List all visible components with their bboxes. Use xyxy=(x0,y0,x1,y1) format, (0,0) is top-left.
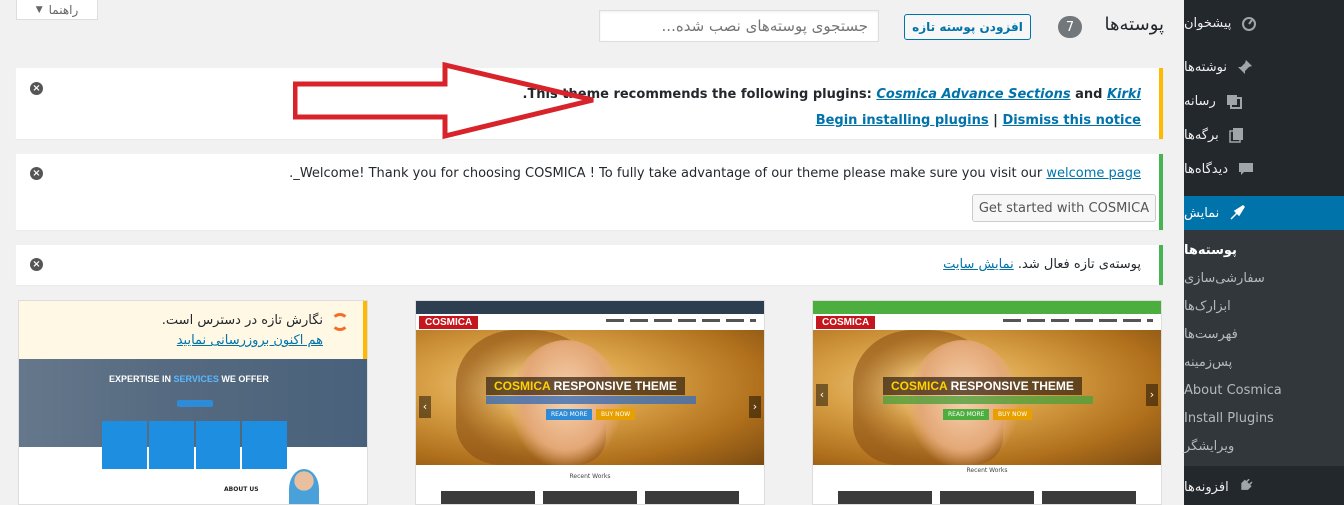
appearance-submenu: پوسته‌ها سفارشی‌سازی ابزارک‌ها فهرست‌ها … xyxy=(1184,230,1344,466)
submenu-background[interactable]: پس‌زمینه xyxy=(1184,348,1344,376)
theme-hero: COSMICA RESPONSIVE THEME READ MORE BUY N… xyxy=(813,330,1161,465)
dismiss-icon[interactable]: × xyxy=(30,167,43,180)
plugin-link-kirki[interactable]: Kirki xyxy=(1107,87,1141,102)
read-more-button: READ MORE xyxy=(546,409,593,420)
pin-icon xyxy=(1235,57,1255,77)
update-notice: نگارش تازه در دسترس است. هم اکنون بروزرس… xyxy=(19,301,367,359)
plugins-icon xyxy=(1237,477,1257,497)
welcome-notice: × ._Welcome! Thank you for choosing COSM… xyxy=(16,154,1163,230)
hero-title: COSMICA RESPONSIVE THEME xyxy=(486,377,685,395)
comments-icon xyxy=(1236,159,1256,179)
begin-installing-link[interactable]: Begin installing plugins xyxy=(816,113,989,128)
buy-now-button: BUY NOW xyxy=(596,409,636,420)
read-more-button: READ MORE xyxy=(943,409,990,420)
submenu-editor[interactable]: ویرایشگر xyxy=(1184,432,1344,460)
welcome-page-link[interactable]: welcome page xyxy=(1046,166,1141,181)
menu-media[interactable]: رسانه xyxy=(1184,84,1344,118)
activated-notice-text: پوسته‌ی تازه فعال شد. نمایش سایت xyxy=(943,257,1141,272)
hero-title: EXPERTISE IN SERVICES WE OFFER xyxy=(109,374,269,384)
get-started-button[interactable]: Get started with COSMICA xyxy=(972,194,1156,222)
dismiss-icon[interactable]: × xyxy=(30,258,43,271)
recent-works-title: Recent Works xyxy=(966,467,1008,474)
admin-sidebar: پیشخوان نوشته‌ها رسانه برگه‌ها دیدگاه‌ها… xyxy=(1176,0,1344,505)
dashboard-icon xyxy=(1239,13,1259,33)
slider-next-icon: › xyxy=(1146,384,1158,406)
submenu-install-plugins[interactable]: Install Plugins xyxy=(1184,404,1344,432)
media-icon xyxy=(1224,91,1244,111)
theme-navbar: COSMICA xyxy=(813,314,1161,330)
update-icon xyxy=(331,313,349,331)
update-now-link[interactable]: هم اکنون بروزرسانی نمایید xyxy=(177,333,323,348)
theme-logo: COSMICA xyxy=(419,316,479,329)
theme-activated-notice: × پوسته‌ی تازه فعال شد. نمایش سایت xyxy=(16,245,1163,285)
menu-dashboard[interactable]: پیشخوان xyxy=(1184,6,1344,40)
theme-topbar xyxy=(813,301,1161,314)
welcome-text: Welcome! Thank you for choosing COSMICA … xyxy=(299,166,1047,181)
add-new-theme-button[interactable]: افزودن پوسته تازه xyxy=(904,14,1031,40)
theme-hero: COSMICA RESPONSIVE THEME READ MORE BUY N… xyxy=(416,330,764,465)
theme-screenshot: COSMICA COSMICA RESPONSIVE THEME READ MO… xyxy=(813,301,1161,504)
menu-comments[interactable]: دیدگاه‌ها xyxy=(1184,152,1344,186)
help-tab-label: راهنما xyxy=(48,2,79,17)
plugin-link-cosmica[interactable]: Cosmica Advance Sections xyxy=(876,87,1070,102)
theme-card-update[interactable]: EXPERTISE IN SERVICES WE OFFER ABOUT US … xyxy=(18,300,368,505)
theme-topbar xyxy=(416,301,764,314)
slider-next-icon: › xyxy=(749,396,761,418)
dismiss-notice-link[interactable]: Dismiss this notice xyxy=(1002,113,1141,128)
theme-card-active[interactable]: COSMICA COSMICA RESPONSIVE THEME READ MO… xyxy=(812,300,1162,505)
notice-and: and xyxy=(1070,87,1107,102)
theme-screenshot: COSMICA COSMICA RESPONSIVE THEME READ MO… xyxy=(416,301,764,504)
link-separator: | xyxy=(988,113,1003,128)
page-title: پوسته‌ها xyxy=(1104,14,1164,35)
submenu-about-cosmica[interactable]: About Cosmica xyxy=(1184,376,1344,404)
submenu-customize[interactable]: سفارشی‌سازی xyxy=(1184,264,1344,292)
plugins-notice-text: .This theme recommends the following plu… xyxy=(522,87,1141,102)
welcome-suffix: ._ xyxy=(289,166,300,181)
menu-pages[interactable]: برگه‌ها xyxy=(1184,118,1344,152)
slider-prev-icon: ‹ xyxy=(816,384,828,406)
menu-posts[interactable]: نوشته‌ها xyxy=(1184,50,1344,84)
dismiss-icon[interactable]: × xyxy=(30,82,43,95)
hero-title: COSMICA RESPONSIVE THEME xyxy=(883,377,1082,395)
help-tab-button[interactable]: راهنما ▼ xyxy=(16,0,98,20)
appearance-icon xyxy=(1227,203,1247,223)
recent-works-title: Recent Works xyxy=(569,473,611,480)
theme-logo: COSMICA xyxy=(816,316,876,329)
submenu-menus[interactable]: فهرست‌ها xyxy=(1184,320,1344,348)
view-site-link[interactable]: نمایش سایت xyxy=(943,257,1014,272)
theme-count-badge: 7 xyxy=(1058,16,1082,38)
activated-text: پوسته‌ی تازه فعال شد. xyxy=(1013,257,1141,272)
submenu-themes[interactable]: پوسته‌ها xyxy=(1184,236,1344,264)
welcome-notice-text: ._Welcome! Thank you for choosing COSMIC… xyxy=(289,166,1141,181)
pages-icon xyxy=(1227,125,1247,145)
search-themes-input[interactable] xyxy=(599,10,879,42)
update-available-text: نگارش تازه در دسترس است. xyxy=(161,313,323,328)
theme-card[interactable]: COSMICA COSMICA RESPONSIVE THEME READ MO… xyxy=(415,300,765,505)
menu-plugins[interactable]: افزونه‌ها xyxy=(1184,470,1344,504)
about-us-heading: ABOUT US xyxy=(224,486,259,493)
red-arrow-annotation xyxy=(293,62,594,140)
theme-navbar: COSMICA xyxy=(416,314,764,330)
slider-prev-icon: ‹ xyxy=(419,396,431,418)
buy-now-button: BUY NOW xyxy=(993,409,1033,420)
caret-down-icon: ▼ xyxy=(35,4,43,15)
submenu-widgets[interactable]: ابزارک‌ها xyxy=(1184,292,1344,320)
menu-appearance[interactable]: نمایش xyxy=(1176,196,1344,230)
plugins-notice-actions: Begin installing plugins | Dismiss this … xyxy=(816,113,1141,128)
